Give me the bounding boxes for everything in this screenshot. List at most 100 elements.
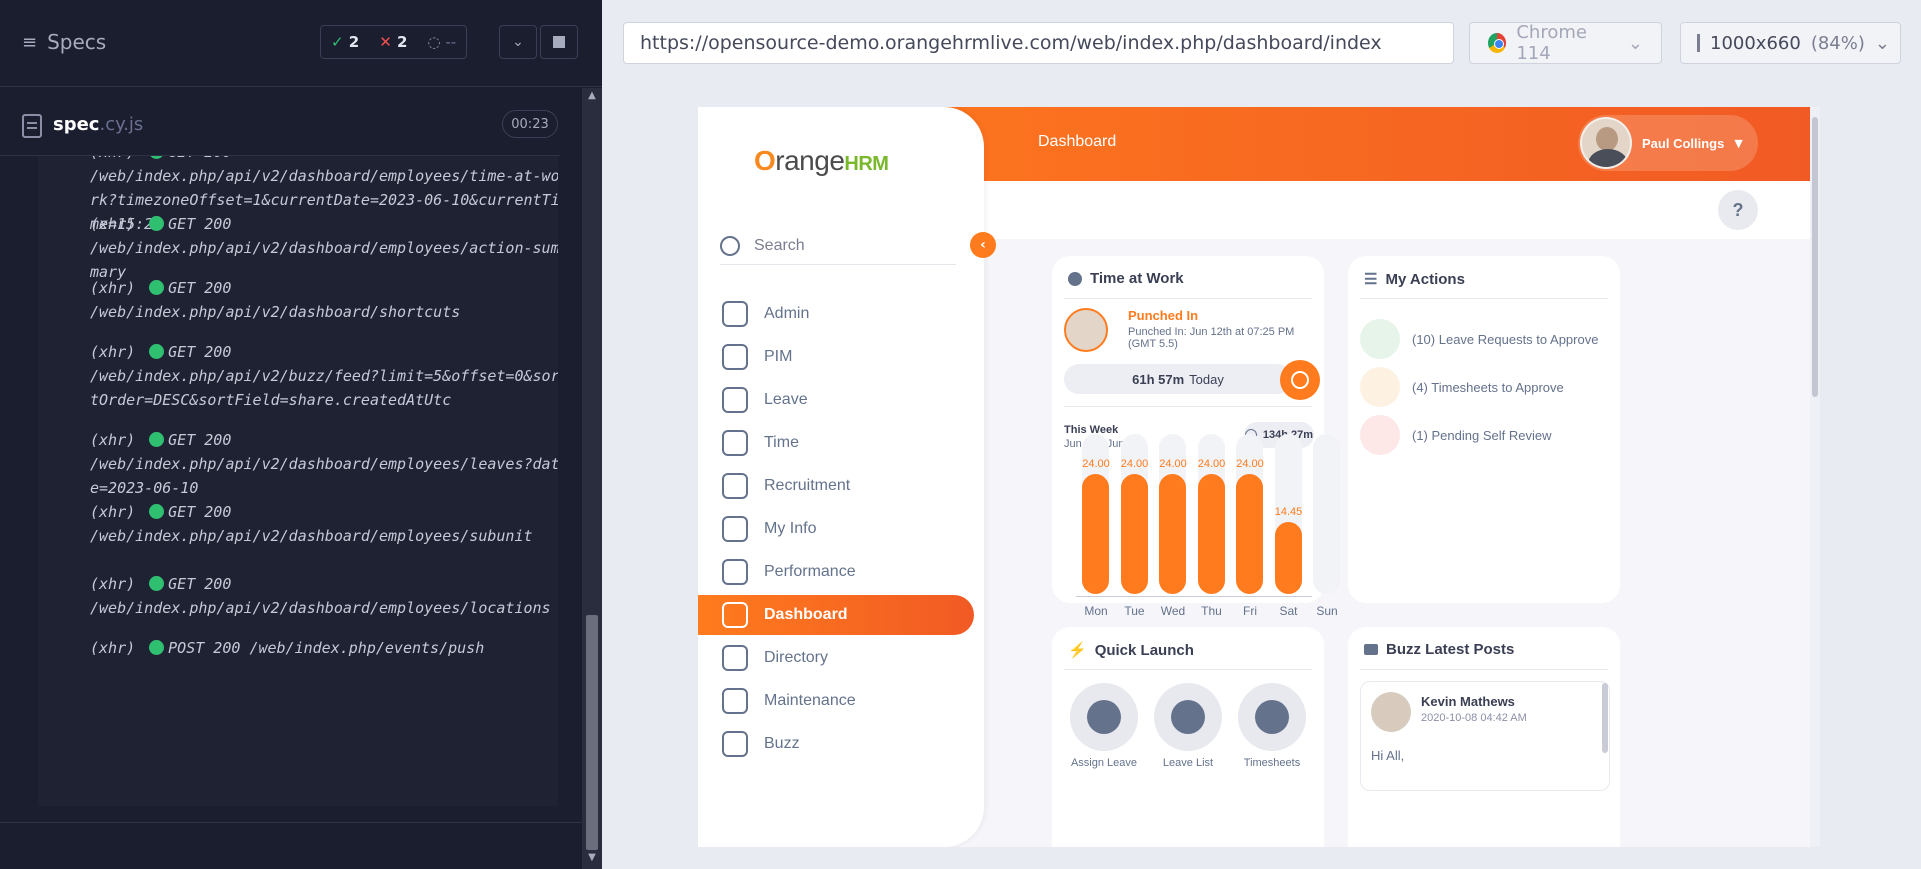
runner-header: ≡ Specs ✓ 2 ✕ 2 ◌ -- ⌄ xyxy=(0,0,602,87)
viewport-selector[interactable]: 1000x660 (84%) ⌄ xyxy=(1680,22,1901,64)
bar-fri xyxy=(1236,474,1263,594)
day-label: Tue xyxy=(1124,604,1145,618)
bar-label: 24.00 xyxy=(1120,458,1149,470)
bar-thu xyxy=(1197,474,1225,594)
card-title: Time at Work xyxy=(1068,270,1184,287)
log-entry[interactable]: (xhr) GET 200 /web/index.php/api/v2/buzz/… xyxy=(90,340,558,412)
leave-icon xyxy=(722,387,748,413)
status-dot-icon xyxy=(149,156,165,159)
time-icon xyxy=(722,430,748,456)
specs-toggle[interactable]: ≡ Specs xyxy=(22,30,106,54)
stop-button[interactable] xyxy=(540,25,578,59)
collapse-sidebar-button[interactable]: ‹ xyxy=(970,232,996,258)
search-input[interactable]: Search xyxy=(720,227,956,265)
sidebar-item-label: Admin xyxy=(764,305,810,322)
log-entry[interactable]: (xhr) POST 200 /web/index.php/events/push xyxy=(90,636,558,660)
url-bar[interactable]: https://opensource-demo.orangehrmlive.co… xyxy=(623,22,1454,64)
admin-icon xyxy=(722,301,748,327)
quick-launch-assign-leave[interactable]: Assign Leave xyxy=(1064,683,1144,769)
punch-status: Punched In xyxy=(1128,308,1199,323)
bar-label: 24.00 xyxy=(1082,458,1110,470)
today-hours: 61h 57m Today xyxy=(1064,364,1292,394)
orangehrm-logo: OrangeHRM xyxy=(754,145,889,176)
runner-divider xyxy=(0,822,582,823)
log-entry[interactable]: (xhr)GET 200 /web/index.php/api/v2/dashb… xyxy=(90,500,558,548)
punch-clock-button[interactable] xyxy=(1280,360,1320,400)
sidebar-item-dashboard[interactable]: Dashboard xyxy=(698,595,974,635)
directory-icon xyxy=(722,645,748,671)
sidebar-item-leave[interactable]: Leave xyxy=(698,380,974,420)
day-label: Sat xyxy=(1279,604,1298,618)
file-icon xyxy=(22,114,42,138)
sidebar-item-pim[interactable]: PIM xyxy=(698,337,974,377)
pim-icon xyxy=(722,344,748,370)
sidebar-item-directory[interactable]: Directory xyxy=(698,638,974,678)
user-dropdown[interactable]: Paul Collings ▼ xyxy=(1578,115,1758,171)
app-scroll-thumb[interactable] xyxy=(1812,117,1818,397)
bar-sat xyxy=(1274,521,1302,594)
scroll-down-icon[interactable]: ▼ xyxy=(586,852,598,864)
avatar xyxy=(1580,117,1632,169)
scroll-up-icon[interactable]: ▲ xyxy=(586,90,598,102)
app-scrollbar[interactable] xyxy=(1810,107,1820,847)
day-label: Thu xyxy=(1201,604,1222,618)
sidebar-item-time[interactable]: Time xyxy=(698,423,974,463)
sidebar-item-label: Performance xyxy=(764,563,856,580)
chevron-down-icon: ⌄ xyxy=(1627,32,1643,54)
log-entry[interactable]: (xhr)GET 200 /web/index.php/api/v2/dashb… xyxy=(90,276,558,324)
buzz-post[interactable]: Kevin Mathews 2020-10-08 04:42 AM Hi All… xyxy=(1360,681,1610,791)
quick-launch-timesheets[interactable]: Timesheets xyxy=(1232,683,1312,769)
recruitment-icon xyxy=(722,473,748,499)
url-text: https://opensource-demo.orangehrmlive.co… xyxy=(640,32,1382,54)
avatar xyxy=(1371,692,1411,732)
divider xyxy=(1360,298,1608,299)
chart-axis xyxy=(1076,596,1312,597)
action-item[interactable]: (4) Timesheets to Approve xyxy=(1360,366,1564,408)
spec-file-row[interactable]: spec.cy.js xyxy=(0,104,560,156)
log-entry[interactable]: (xhr)GET 200 /web/index.php/api/v2/dashb… xyxy=(90,572,558,620)
failed-count: ✕ 2 xyxy=(379,33,408,51)
divider xyxy=(1064,669,1312,670)
sidebar-item-my-info[interactable]: My Info xyxy=(698,509,974,549)
punch-detail: Punched In: Jun 12th at 07:25 PM (GMT 5.… xyxy=(1128,326,1295,350)
sidebar-item-label: Directory xyxy=(764,649,829,666)
clock-icon xyxy=(1068,271,1082,286)
page-title: Dashboard xyxy=(1038,133,1117,150)
bar-tue xyxy=(1120,474,1148,594)
log-entry[interactable]: (xhr)GET 200 /web/index.php/api/v2/dashb… xyxy=(90,428,558,500)
card-title: Buzz Latest Posts xyxy=(1364,641,1514,658)
sidebar-item-label: PIM xyxy=(764,348,793,365)
divider xyxy=(1064,406,1312,407)
browser-label: Chrome 114 xyxy=(1516,22,1587,64)
status-dot-icon xyxy=(149,216,165,231)
post-author: Kevin Mathews xyxy=(1421,694,1515,709)
status-dot-icon xyxy=(149,640,165,655)
divider xyxy=(1064,298,1312,299)
status-dot-icon xyxy=(149,280,165,295)
sidebar-item-admin[interactable]: Admin xyxy=(698,294,974,334)
bar-mon xyxy=(1082,474,1109,594)
buzz-scrollbar[interactable] xyxy=(1602,683,1608,753)
sidebar-item-performance[interactable]: Performance xyxy=(698,552,974,592)
sidebar-item-buzz[interactable]: Buzz xyxy=(698,724,974,764)
status-dot-icon xyxy=(149,432,165,447)
sidebar-item-maintenance[interactable]: Maintenance xyxy=(698,681,974,721)
sidebar-item-recruitment[interactable]: Recruitment xyxy=(698,466,974,506)
day-label: Fri xyxy=(1243,604,1257,618)
quick-launch-leave-list[interactable]: Leave List xyxy=(1148,683,1228,769)
leave-list-icon xyxy=(1154,683,1222,751)
spec-file-name: spec.cy.js xyxy=(53,114,144,135)
browser-selector[interactable]: Chrome 114 ⌄ xyxy=(1469,22,1662,64)
log-entry[interactable]: (xhr)GET 200 /web/index.php/api/v2/dashb… xyxy=(90,212,558,284)
sidebar-item-label: My Info xyxy=(764,520,817,537)
chevron-down-icon[interactable]: ⌄ xyxy=(499,25,537,59)
action-item[interactable]: (10) Leave Requests to Approve xyxy=(1360,318,1598,360)
action-item[interactable]: (1) Pending Self Review xyxy=(1360,414,1551,456)
quick-launch-card: ⚡ Quick Launch Assign Leave Leave List Time… xyxy=(1052,627,1324,847)
sidebar-item-label: Recruitment xyxy=(764,477,851,494)
sub-header xyxy=(978,181,1820,239)
runner-scroll-thumb[interactable] xyxy=(586,615,598,850)
day-label: Wed xyxy=(1160,604,1186,618)
help-button[interactable]: ? xyxy=(1718,190,1758,230)
buzz-icon xyxy=(722,731,748,757)
